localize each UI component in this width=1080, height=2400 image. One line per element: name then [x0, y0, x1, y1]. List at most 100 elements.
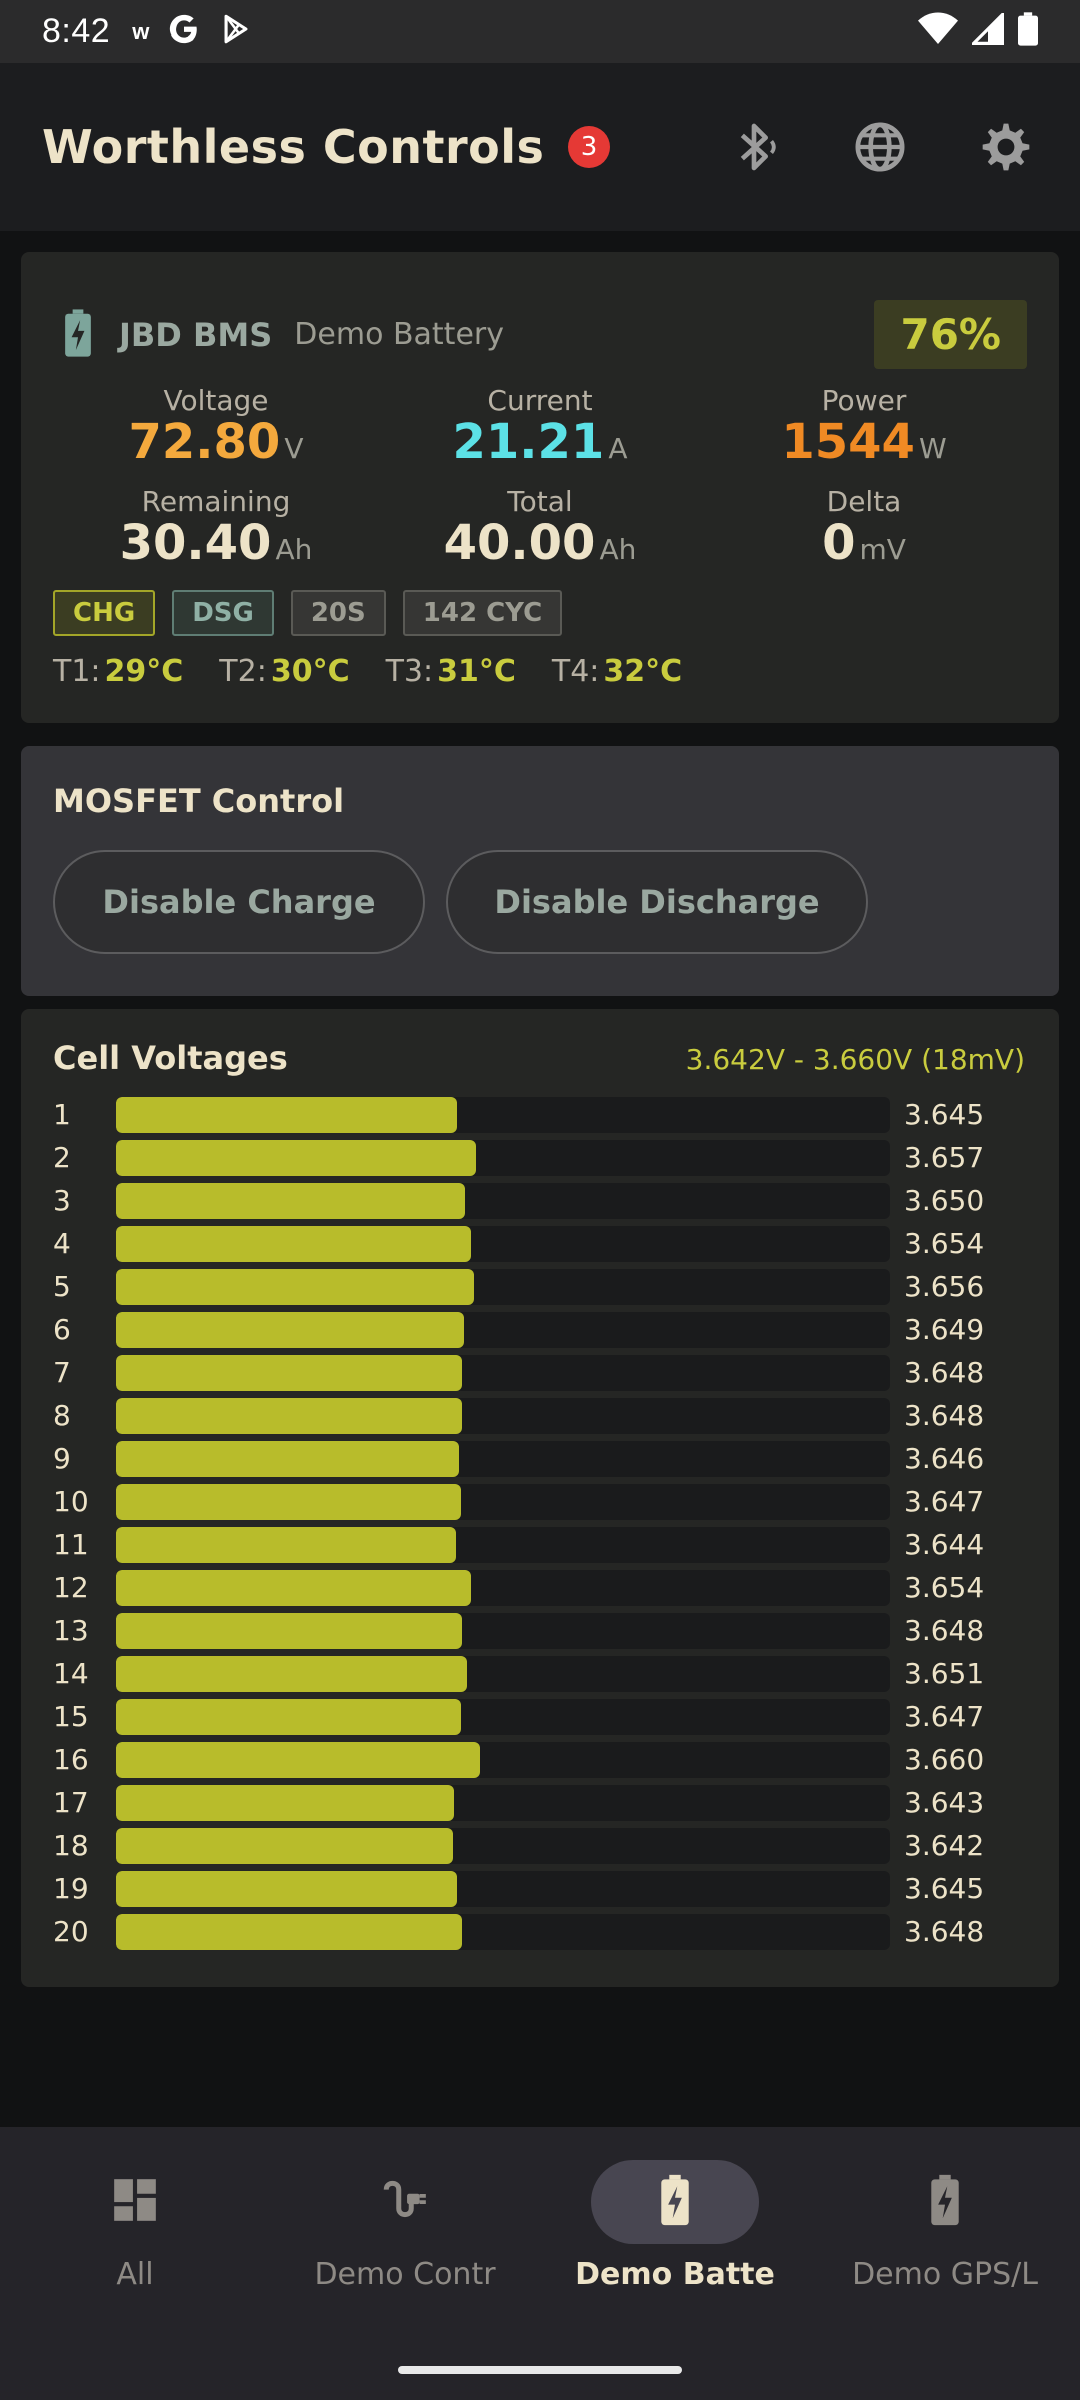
voltage-metric: Voltage 72.80 V — [51, 384, 381, 467]
cell-index: 9 — [53, 1442, 71, 1475]
cell-row: 2 3.657 — [53, 1136, 1025, 1179]
cell-bar-track — [116, 1655, 890, 1692]
status-time: 8:42 — [42, 12, 111, 50]
cell-index: 7 — [53, 1356, 71, 1389]
cell-voltage: 3.650 — [904, 1184, 985, 1217]
cell-bar-fill — [116, 1526, 456, 1563]
cell-bar-fill — [116, 1655, 467, 1692]
cell-voltage: 3.648 — [904, 1915, 985, 1948]
nav-demo-gps-pill — [861, 2160, 1029, 2244]
soc-badge: 76% — [874, 300, 1027, 369]
cell-index: 6 — [53, 1313, 71, 1346]
bms-subtitle: Demo Battery — [294, 317, 504, 352]
nav-all[interactable]: All — [0, 2127, 270, 2347]
disable-discharge-button[interactable]: Disable Discharge — [446, 850, 868, 954]
cell-bar-fill — [116, 1354, 463, 1391]
cell-row: 9 3.646 — [53, 1437, 1025, 1480]
cell-row: 13 3.648 — [53, 1609, 1025, 1652]
cell-row: 7 3.648 — [53, 1351, 1025, 1394]
current-label: Current — [487, 384, 593, 417]
cell-index: 18 — [53, 1829, 89, 1862]
cell-index: 1 — [53, 1098, 71, 1131]
status-bar: 8:42 w — [0, 0, 1080, 63]
status-chips: CHG DSG 20S 142 CYC — [53, 590, 563, 636]
cell-bar-track — [116, 1569, 890, 1606]
temp-t3-value: 31°C — [437, 654, 516, 689]
cell-voltage: 3.643 — [904, 1786, 985, 1819]
cell-bar-fill — [116, 1698, 461, 1735]
cell-bar-fill — [116, 1182, 466, 1219]
nav-demo-gps-label: Demo GPS/L — [852, 2257, 1038, 2292]
nav-demo-battery[interactable]: Demo Batte — [540, 2127, 810, 2347]
temp-t4: T4: 32°C — [552, 654, 682, 689]
cell-row: 12 3.654 — [53, 1566, 1025, 1609]
cell-index: 12 — [53, 1571, 89, 1604]
globe-icon[interactable] — [848, 115, 912, 179]
cell-voltage: 3.642 — [904, 1829, 985, 1862]
cell-bar-track — [116, 1354, 890, 1391]
cell-voltage: 3.654 — [904, 1227, 985, 1260]
disable-charge-button[interactable]: Disable Charge — [53, 850, 425, 954]
current-metric: Current 21.21 A — [375, 384, 705, 467]
mosfet-title: MOSFET Control — [53, 782, 345, 820]
cell-row: 16 3.660 — [53, 1738, 1025, 1781]
total-unit: Ah — [599, 533, 637, 566]
cell-row: 6 3.649 — [53, 1308, 1025, 1351]
bms-header: JBD BMS Demo Battery 76% — [63, 300, 1027, 369]
cell-bar-track — [116, 1139, 890, 1176]
remaining-number: 30.40 — [119, 515, 272, 571]
cell-row: 19 3.645 — [53, 1867, 1025, 1910]
cell-bar-track — [116, 1268, 890, 1305]
power-value: 1544 W — [699, 417, 1029, 467]
cells-title: Cell Voltages — [53, 1039, 288, 1077]
cell-bar-fill — [116, 1612, 463, 1649]
cell-index: 4 — [53, 1227, 71, 1260]
cell-bar-fill — [116, 1440, 459, 1477]
notification-badge[interactable]: 3 — [568, 126, 610, 168]
delta-number: 0 — [822, 515, 856, 571]
bluetooth-icon[interactable] — [722, 115, 786, 179]
cell-bar-track — [116, 1870, 890, 1907]
delta-metric: Delta 0 mV — [699, 485, 1029, 568]
delta-unit: mV — [859, 533, 906, 566]
cell-row: 8 3.648 — [53, 1394, 1025, 1437]
cell-voltage: 3.660 — [904, 1743, 985, 1776]
power-unit: W — [918, 432, 947, 465]
cell-voltage: 3.647 — [904, 1700, 985, 1733]
cell-bar-fill — [116, 1483, 461, 1520]
cell-bar-fill — [116, 1139, 476, 1176]
bottom-nav: All Demo Contr Demo Batte Demo GPS/L — [0, 2127, 1080, 2400]
cells-header: Cell Voltages 3.642V - 3.660V (18mV) — [53, 1039, 1025, 1077]
cell-bar-fill — [116, 1397, 463, 1434]
remaining-metric: Remaining 30.40 Ah — [51, 485, 381, 568]
chip-dsg: DSG — [172, 590, 274, 636]
plug-icon — [380, 2175, 430, 2229]
cell-row: 17 3.643 — [53, 1781, 1025, 1824]
wifi-icon — [918, 12, 958, 51]
total-number: 40.00 — [443, 515, 596, 571]
total-metric: Total 40.00 Ah — [375, 485, 705, 568]
cell-row: 11 3.644 — [53, 1523, 1025, 1566]
cell-voltages-card: Cell Voltages 3.642V - 3.660V (18mV) 1 3.… — [21, 1009, 1059, 1987]
current-number: 21.21 — [452, 414, 605, 470]
nav-demo-controller[interactable]: Demo Contr — [270, 2127, 540, 2347]
voltage-unit: V — [284, 432, 304, 465]
nav-demo-controller-label: Demo Contr — [314, 2257, 496, 2292]
cell-bar-fill — [116, 1096, 458, 1133]
w-icon: w — [132, 18, 150, 44]
voltage-number: 72.80 — [128, 414, 281, 470]
chip-series: 20S — [290, 590, 386, 636]
cell-voltage: 3.645 — [904, 1872, 985, 1905]
dashboard-icon — [110, 2175, 160, 2229]
temp-t3-label: T3: — [385, 654, 434, 689]
cell-bar-fill — [116, 1784, 455, 1821]
app-bar: Worthless Controls 3 — [0, 63, 1080, 231]
voltage-label: Voltage — [163, 384, 269, 417]
gear-icon[interactable] — [974, 115, 1038, 179]
home-indicator[interactable] — [398, 2366, 682, 2374]
nav-demo-gps[interactable]: Demo GPS/L — [810, 2127, 1080, 2347]
cell-row: 20 3.648 — [53, 1910, 1025, 1953]
cell-voltage: 3.645 — [904, 1098, 985, 1131]
cell-voltage: 3.648 — [904, 1399, 985, 1432]
cell-index: 8 — [53, 1399, 71, 1432]
